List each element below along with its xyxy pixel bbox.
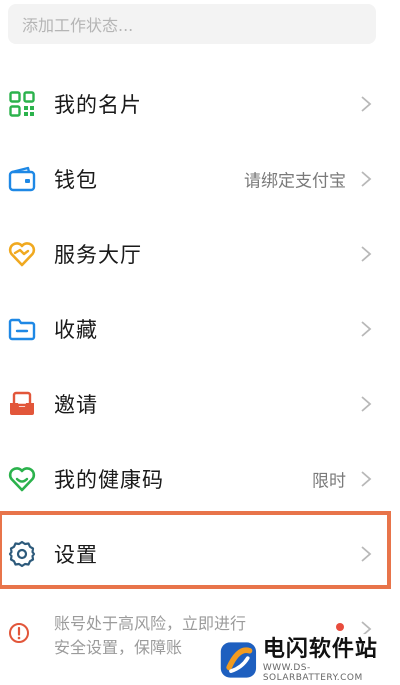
- heart-handshake-icon: [8, 240, 36, 268]
- health-code-badge-text: 限时: [312, 471, 346, 491]
- menu-item-label: 我的健康码: [54, 467, 164, 492]
- menu-item-label: 设置: [54, 542, 98, 567]
- menu-item-invite[interactable]: 邀请: [0, 366, 400, 441]
- chevron-right-icon: [361, 245, 372, 262]
- menu-item-favorites[interactable]: 收藏: [0, 291, 400, 366]
- chevron-right-icon: [361, 545, 372, 562]
- menu-item-wallet[interactable]: 钱包 请绑定支付宝: [0, 141, 400, 216]
- unread-dot: [336, 623, 344, 631]
- menu-list: 我的名片 钱包 请绑定支付宝 服务大厅 收藏 邀请 我的健康码 限时 设置: [0, 66, 400, 591]
- wallet-status-text: 请绑定支付宝: [244, 171, 346, 191]
- watermark-title: 电闪软件站: [262, 636, 378, 662]
- chevron-right-icon: [361, 95, 372, 112]
- invite-box-icon: [8, 390, 36, 418]
- menu-item-health-code[interactable]: 我的健康码 限时: [0, 441, 400, 516]
- chevron-right-icon: [361, 470, 372, 487]
- chevron-right-icon: [361, 170, 372, 187]
- menu-item-label: 收藏: [54, 317, 98, 342]
- warning-icon: [9, 623, 29, 643]
- site-logo-icon: [220, 641, 257, 678]
- menu-item-settings[interactable]: 设置: [0, 516, 400, 591]
- work-status-input[interactable]: 添加工作状态...: [8, 4, 376, 44]
- gear-icon: [8, 540, 36, 568]
- chevron-right-icon: [361, 395, 372, 412]
- menu-item-business-card[interactable]: 我的名片: [0, 66, 400, 141]
- health-heart-icon: [8, 465, 36, 493]
- risk-notice-line-1: 账号处于高风险，立即进行: [54, 614, 247, 633]
- menu-item-label: 邀请: [54, 392, 98, 417]
- site-watermark: 电闪软件站 WWW.DS-SOLARBATTERY.COM: [214, 634, 400, 685]
- watermark-text: 电闪软件站 WWW.DS-SOLARBATTERY.COM: [263, 637, 400, 683]
- chevron-right-icon: [361, 320, 372, 337]
- menu-item-label: 钱包: [54, 167, 98, 192]
- wallet-icon: [8, 165, 36, 193]
- work-status-placeholder: 添加工作状态...: [22, 16, 134, 35]
- folder-icon: [8, 315, 36, 343]
- menu-item-label: 服务大厅: [54, 242, 142, 267]
- menu-item-service-hall[interactable]: 服务大厅: [0, 216, 400, 291]
- menu-item-label: 我的名片: [54, 92, 142, 117]
- watermark-subtitle: WWW.DS-SOLARBATTERY.COM: [262, 662, 363, 683]
- qr-code-icon: [8, 90, 36, 118]
